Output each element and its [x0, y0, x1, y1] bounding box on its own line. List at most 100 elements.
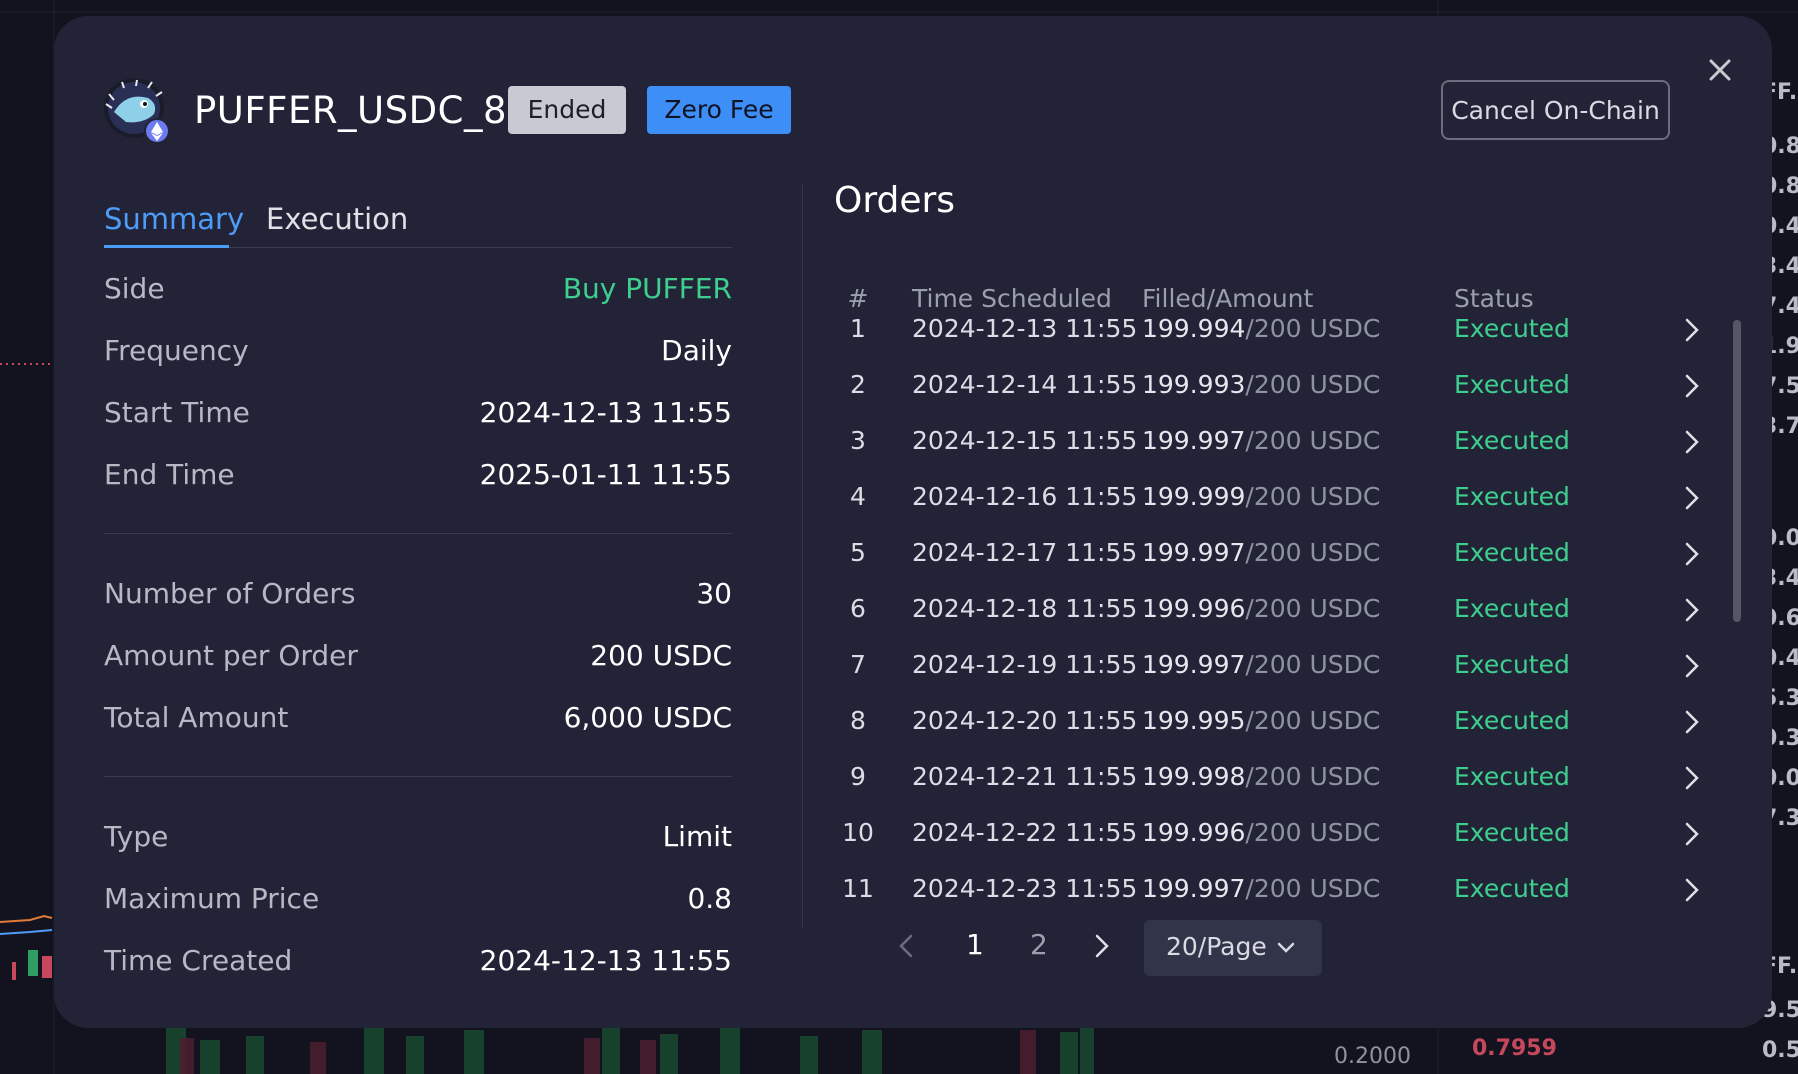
summary-value: 2024-12-13 11:55: [479, 396, 732, 429]
order-row[interactable]: 2 2024-12-14 11:55 199.993/200 USDC Execute…: [834, 358, 1754, 414]
order-number: 9: [850, 762, 866, 791]
chevron-right-icon[interactable]: [1678, 316, 1706, 344]
amount-value: /200 USDC: [1245, 314, 1381, 343]
order-filled-amount: 199.999/200 USDC: [1142, 482, 1380, 511]
filled-value: 199.998: [1142, 762, 1246, 791]
summary-key: Total Amount: [104, 701, 289, 734]
amount-value: /200 USDC: [1245, 426, 1381, 455]
order-number: 6: [850, 594, 866, 623]
order-filled-amount: 199.997/200 USDC: [1142, 426, 1380, 455]
summary-row-start-time: Start Time 2024-12-13 11:55: [104, 384, 732, 446]
order-status: Executed: [1454, 650, 1570, 679]
chevron-right-icon[interactable]: [1678, 820, 1706, 848]
amount-value: /200 USDC: [1245, 762, 1381, 791]
order-filled-amount: 199.997/200 USDC: [1142, 650, 1380, 679]
order-time-scheduled: 2024-12-23 11:55: [912, 874, 1138, 903]
prev-page-icon[interactable]: [889, 928, 925, 964]
chevron-right-icon[interactable]: [1678, 372, 1706, 400]
filled-value: 199.997: [1142, 874, 1246, 903]
tab-summary[interactable]: Summary: [104, 202, 244, 236]
order-row[interactable]: 11 2024-12-23 11:55 199.997/200 USDC Execut…: [834, 862, 1754, 918]
amount-value: /200 USDC: [1245, 874, 1381, 903]
order-row[interactable]: 5 2024-12-17 11:55 199.997/200 USDC Execute…: [834, 526, 1754, 582]
close-icon[interactable]: [1702, 52, 1738, 88]
next-page-icon[interactable]: [1084, 928, 1120, 964]
status-badge: Ended: [508, 86, 626, 134]
active-tab-indicator: [104, 245, 229, 248]
page-1[interactable]: 1: [966, 928, 984, 961]
chevron-down-icon: [1277, 942, 1295, 953]
order-time-scheduled: 2024-12-14 11:55: [912, 370, 1138, 399]
summary-key: End Time: [104, 458, 235, 491]
summary-row-frequency: Frequency Daily: [104, 322, 732, 384]
panel-divider: [802, 184, 803, 928]
chevron-right-icon[interactable]: [1678, 428, 1706, 456]
amount-value: /200 USDC: [1245, 818, 1381, 847]
divider: [104, 776, 732, 777]
order-row[interactable]: 9 2024-12-21 11:55 199.998/200 USDC Execute…: [834, 750, 1754, 806]
filled-value: 199.996: [1142, 818, 1246, 847]
cancel-on-chain-button[interactable]: Cancel On-Chain: [1441, 80, 1670, 140]
chevron-right-icon[interactable]: [1678, 764, 1706, 792]
page-size-value: 20/Page: [1166, 932, 1267, 961]
order-status: Executed: [1454, 370, 1570, 399]
filled-value: 199.997: [1142, 426, 1246, 455]
summary-value: 6,000 USDC: [563, 701, 732, 734]
summary-key: Frequency: [104, 334, 249, 367]
order-number: 1: [850, 314, 866, 343]
chevron-right-icon[interactable]: [1678, 596, 1706, 624]
order-time-scheduled: 2024-12-18 11:55: [912, 594, 1138, 623]
order-status: Executed: [1454, 538, 1570, 567]
order-row[interactable]: 7 2024-12-19 11:55 199.997/200 USDC Execute…: [834, 638, 1754, 694]
summary-value: 0.8: [687, 882, 732, 915]
summary-row-end-time: End Time 2025-01-11 11:55: [104, 446, 732, 508]
price-label: 0.2000: [1334, 1044, 1411, 1069]
order-time-scheduled: 2024-12-17 11:55: [912, 538, 1138, 567]
order-filled-amount: 199.996/200 USDC: [1142, 594, 1380, 623]
order-time-scheduled: 2024-12-21 11:55: [912, 762, 1138, 791]
order-row[interactable]: 10 2024-12-22 11:55 199.996/200 USDC Execut…: [834, 806, 1754, 862]
amount-value: /200 USDC: [1245, 706, 1381, 735]
order-status: Executed: [1454, 874, 1570, 903]
order-row[interactable]: 3 2024-12-15 11:55 199.997/200 USDC Execute…: [834, 414, 1754, 470]
order-row[interactable]: 4 2024-12-16 11:55 199.999/200 USDC Execute…: [834, 470, 1754, 526]
order-status: Executed: [1454, 426, 1570, 455]
summary-value: Daily: [661, 334, 732, 367]
summary-key: Maximum Price: [104, 882, 320, 915]
order-status: Executed: [1454, 818, 1570, 847]
summary-row-total-amount: Total Amount 6,000 USDC: [104, 689, 732, 751]
order-status: Executed: [1454, 594, 1570, 623]
orders-scrollbar-thumb[interactable]: [1733, 320, 1741, 622]
page-size-select[interactable]: 20/Page: [1144, 920, 1322, 976]
order-row[interactable]: 6 2024-12-18 11:55 199.996/200 USDC Execute…: [834, 582, 1754, 638]
order-row[interactable]: 1 2024-12-13 11:55 199.994/200 USDC Execute…: [834, 302, 1754, 358]
orders-table[interactable]: # Time Scheduled Filled/Amount Status 12…: [834, 272, 1754, 918]
filled-value: 199.996: [1142, 594, 1246, 623]
divider: [104, 533, 732, 534]
order-row[interactable]: 8 2024-12-20 11:55 199.995/200 USDC Execute…: [834, 694, 1754, 750]
summary-value: 200 USDC: [590, 639, 732, 672]
summary-row-type: Type Limit: [104, 808, 732, 870]
order-filled-amount: 199.998/200 USDC: [1142, 762, 1380, 791]
filled-value: 199.993: [1142, 370, 1246, 399]
order-number: 2: [850, 370, 866, 399]
order-time-scheduled: 2024-12-22 11:55: [912, 818, 1138, 847]
order-filled-amount: 199.995/200 USDC: [1142, 706, 1380, 735]
order-number: 5: [850, 538, 866, 567]
chevron-right-icon[interactable]: [1678, 708, 1706, 736]
chevron-right-icon[interactable]: [1678, 652, 1706, 680]
summary-panel: Side Buy PUFFER Frequency Daily Start Ti…: [104, 260, 732, 994]
zero-fee-badge: Zero Fee: [647, 86, 791, 134]
summary-key: Type: [104, 820, 169, 853]
tab-execution[interactable]: Execution: [266, 202, 408, 236]
chevron-right-icon[interactable]: [1678, 540, 1706, 568]
chevron-right-icon[interactable]: [1678, 484, 1706, 512]
chevron-right-icon[interactable]: [1678, 876, 1706, 904]
order-filled-amount: 199.997/200 USDC: [1142, 874, 1380, 903]
page-2[interactable]: 2: [1030, 928, 1048, 961]
order-filled-amount: 199.993/200 USDC: [1142, 370, 1380, 399]
order-number: 11: [842, 874, 874, 903]
filled-value: 199.997: [1142, 650, 1246, 679]
puffer-coin-logo: [104, 78, 170, 144]
summary-key: Start Time: [104, 396, 250, 429]
